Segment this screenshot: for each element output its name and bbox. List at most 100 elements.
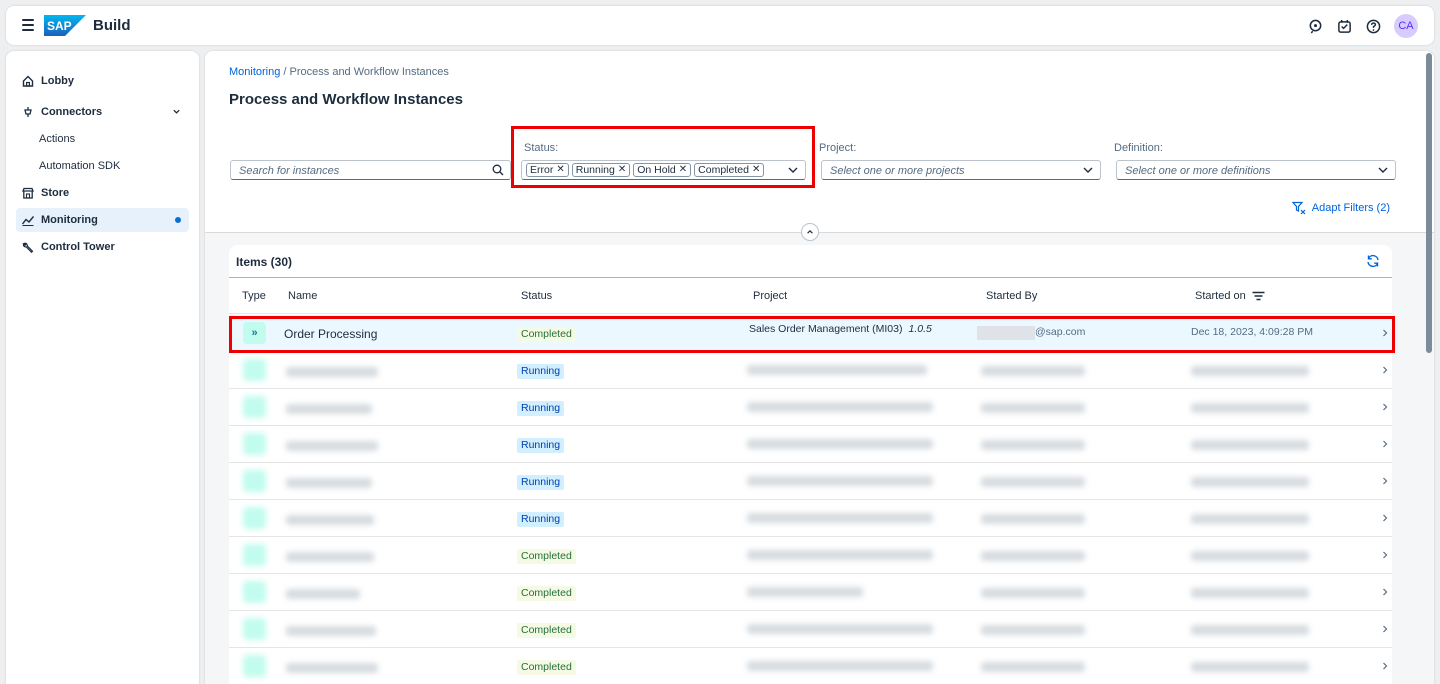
home-icon xyxy=(21,74,35,88)
sidebar-item-automation-sdk[interactable]: Automation SDK xyxy=(16,154,189,178)
process-type-icon xyxy=(243,655,266,677)
chevron-right-icon[interactable] xyxy=(1381,661,1389,671)
status-badge: Running xyxy=(517,364,565,379)
sidebar-item-store[interactable]: Store xyxy=(16,181,189,205)
monitoring-icon xyxy=(21,213,35,227)
chevron-right-icon[interactable] xyxy=(1381,402,1389,412)
redacted-started-on xyxy=(1191,625,1309,635)
status-badge: Completed xyxy=(517,623,576,638)
chevron-down-icon[interactable] xyxy=(172,107,181,116)
shell-bar: SAP Build CA xyxy=(6,6,1434,45)
sidebar-item-label: Store xyxy=(41,187,70,199)
column-header-started-by[interactable]: Started By xyxy=(986,290,1037,302)
process-type-icon xyxy=(243,359,266,381)
chevron-right-icon[interactable] xyxy=(1381,624,1389,634)
column-header-project[interactable]: Project xyxy=(753,290,787,302)
redacted-name xyxy=(286,441,378,451)
chevron-right-icon[interactable] xyxy=(1381,550,1389,560)
notifications-icon[interactable] xyxy=(1336,18,1353,35)
page-header: Monitoring / Process and Workflow Instan… xyxy=(205,51,1434,233)
sidebar-item-control-tower[interactable]: Control Tower xyxy=(16,235,189,259)
breadcrumb: Monitoring / Process and Workflow Instan… xyxy=(229,66,449,78)
project-multi-combobox[interactable]: Select one or more projects xyxy=(821,160,1101,180)
redacted-started-on xyxy=(1191,403,1309,413)
redacted-started-by xyxy=(981,403,1085,413)
table-row[interactable]: Completed xyxy=(229,537,1392,574)
table-row[interactable]: Running xyxy=(229,426,1392,463)
breadcrumb-link-monitoring[interactable]: Monitoring xyxy=(229,66,280,78)
redacted-started-on xyxy=(1191,440,1309,450)
page-title: Process and Workflow Instances xyxy=(229,91,463,108)
row-highlight xyxy=(229,316,1395,353)
table-row[interactable]: Running xyxy=(229,389,1392,426)
instances-table: Items (30) Type Name Status Project Star… xyxy=(229,245,1392,684)
adapt-filters-button[interactable]: Adapt Filters (2) xyxy=(1291,201,1390,215)
main-panel: Monitoring / Process and Workflow Instan… xyxy=(205,51,1434,684)
adapt-filters-label: Adapt Filters (2) xyxy=(1311,202,1390,214)
process-type-icon xyxy=(243,581,266,603)
sidebar-item-lobby[interactable]: Lobby xyxy=(16,69,189,93)
search-placeholder: Search for instances xyxy=(239,165,340,177)
table-row[interactable]: Running xyxy=(229,463,1392,500)
sidebar-item-actions[interactable]: Actions xyxy=(16,127,189,151)
chevron-right-icon[interactable] xyxy=(1381,365,1389,375)
project-filter-label: Project: xyxy=(819,142,857,154)
table-row[interactable]: Running xyxy=(229,352,1392,389)
redacted-started-by xyxy=(981,440,1085,450)
redacted-started-by xyxy=(981,625,1085,635)
search-input[interactable]: Search for instances xyxy=(230,160,511,180)
sidebar-item-monitoring[interactable]: Monitoring xyxy=(16,208,189,232)
chevron-right-icon[interactable] xyxy=(1381,476,1389,486)
column-header-status[interactable]: Status xyxy=(521,290,552,302)
search-icon[interactable] xyxy=(492,164,504,176)
status-filter-highlight xyxy=(511,126,815,188)
sidebar-item-label: Monitoring xyxy=(41,214,98,226)
redacted-started-by xyxy=(981,551,1085,561)
redacted-name xyxy=(286,515,374,525)
redacted-name xyxy=(286,626,376,636)
redacted-project xyxy=(747,513,933,523)
svg-text:SAP: SAP xyxy=(47,19,72,33)
user-avatar[interactable]: CA xyxy=(1394,14,1418,38)
chevron-down-icon[interactable] xyxy=(1377,164,1389,176)
process-type-icon xyxy=(243,396,266,418)
help-icon[interactable] xyxy=(1365,18,1382,35)
menu-icon[interactable] xyxy=(22,19,34,31)
table-row[interactable]: Completed xyxy=(229,648,1392,684)
status-badge: Completed xyxy=(517,660,576,675)
wrench-icon xyxy=(21,240,35,254)
redacted-started-by xyxy=(981,514,1085,524)
table-header: Type Name Status Project Started By Star… xyxy=(229,277,1392,314)
sort-icon[interactable] xyxy=(1252,291,1265,301)
definition-multi-combobox[interactable]: Select one or more definitions xyxy=(1116,160,1396,180)
chevron-down-icon[interactable] xyxy=(1082,164,1094,176)
chevron-right-icon[interactable] xyxy=(1381,513,1389,523)
redacted-name xyxy=(286,478,372,488)
redacted-project xyxy=(747,624,933,634)
redacted-started-by xyxy=(981,662,1085,672)
sap-logo[interactable]: SAP xyxy=(44,15,86,36)
table-row[interactable]: Completed xyxy=(229,611,1392,648)
chevron-right-icon[interactable] xyxy=(1381,587,1389,597)
table-row[interactable]: Completed xyxy=(229,574,1392,611)
breadcrumb-current: Process and Workflow Instances xyxy=(289,66,449,78)
collapse-header-button[interactable] xyxy=(801,223,819,241)
sidebar-item-connectors[interactable]: Connectors xyxy=(16,100,189,124)
refresh-icon[interactable] xyxy=(1366,254,1380,268)
redacted-project xyxy=(747,365,927,375)
table-row[interactable]: Running xyxy=(229,500,1392,537)
redacted-name xyxy=(286,663,378,673)
column-header-started-on[interactable]: Started on xyxy=(1195,290,1265,302)
brand-name: Build xyxy=(93,17,131,34)
column-header-type[interactable]: Type xyxy=(242,290,266,302)
redacted-project xyxy=(747,402,933,412)
column-header-name[interactable]: Name xyxy=(288,290,317,302)
vertical-scrollbar[interactable] xyxy=(1426,53,1432,353)
redacted-name xyxy=(286,367,378,377)
side-navigation: Lobby Connectors Actions Automation SDK … xyxy=(6,51,199,684)
joule-icon[interactable] xyxy=(1307,18,1324,35)
redacted-started-by xyxy=(981,477,1085,487)
status-badge: Running xyxy=(517,401,565,416)
chevron-right-icon[interactable] xyxy=(1381,439,1389,449)
redacted-started-on xyxy=(1191,514,1309,524)
